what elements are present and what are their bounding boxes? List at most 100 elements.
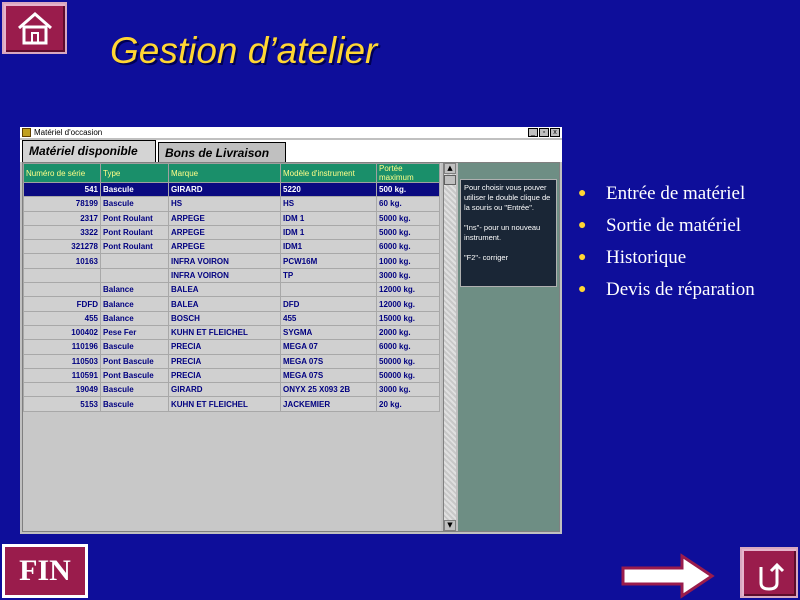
maximize-button[interactable]: ▫	[539, 128, 549, 137]
table-row[interactable]: 321278 Pont Roulant ARPEGE IDM1 6000 kg.	[23, 239, 440, 255]
close-button[interactable]: x	[550, 128, 560, 137]
tab-materiel-disponible[interactable]: Matériel disponible	[22, 140, 156, 163]
table-cell: INFRA VOIRON	[168, 253, 281, 269]
table-cell: ARPEGE	[168, 239, 281, 255]
table-cell: Pont Bascule	[100, 367, 169, 384]
table-cell: KUHN ET FLEICHEL	[168, 324, 281, 341]
column-header[interactable]: Marque	[168, 163, 281, 183]
data-grid[interactable]: Numéro de série Type Marque Modèle d'ins…	[23, 163, 441, 531]
table-cell: 100402	[23, 324, 101, 341]
vertical-scrollbar[interactable]: ▲ ▼	[443, 163, 456, 531]
return-button[interactable]	[740, 547, 798, 598]
table-cell: MEGA 07S	[280, 367, 377, 384]
table-cell: Pese Fer	[100, 324, 169, 341]
menu-item-entree[interactable]: ● Entrée de matériel	[578, 183, 755, 215]
help-text: "F2"- corriger	[464, 253, 509, 262]
table-row[interactable]: 110503 Pont Bascule PRECIA MEGA 07S 50000 kg…	[23, 353, 440, 369]
fin-button[interactable]: FIN	[2, 544, 88, 598]
table-cell: GIRARD	[168, 181, 281, 198]
table-cell: MEGA 07S	[280, 353, 377, 369]
table-cell: 321278	[23, 239, 101, 255]
help-box: Pour choisir vous pouver utiliser le dou…	[460, 179, 557, 287]
column-header[interactable]: Type	[100, 163, 169, 183]
window-titlebar[interactable]: Matériel d'occasion _ ▫ x	[20, 127, 562, 138]
table-row[interactable]: 78199 Bascule HS HS 60 kg.	[23, 196, 440, 212]
table-row[interactable]: 3322 Pont Roulant ARPEGE IDM 1 5000 kg.	[23, 224, 440, 241]
table-cell	[280, 282, 377, 298]
column-header[interactable]: Numéro de série	[23, 163, 101, 183]
table-cell: Pont Roulant	[100, 210, 169, 226]
table-body: 541 Bascule GIRARD 5220 500 kg. 78199 Bascule H…	[23, 181, 440, 412]
scroll-up-button[interactable]: ▲	[444, 163, 456, 174]
scroll-thumb[interactable]	[444, 175, 456, 185]
table-row[interactable]: 100402 Pese Fer KUHN ET FLEICHEL SYGMA 2000 …	[23, 324, 440, 341]
table-cell: Balance	[100, 310, 169, 326]
column-header[interactable]: Portée maximum	[376, 163, 440, 183]
table-row[interactable]: INFRA VOIRON TP 3000 kg.	[23, 267, 440, 284]
table-cell: 6000 kg.	[376, 339, 440, 355]
bullet-icon: ●	[578, 282, 587, 297]
table-cell: BOSCH	[168, 310, 281, 326]
tab-bar: Matériel disponible Bons de Livraison	[20, 140, 562, 163]
window-controls: _ ▫ x	[528, 128, 560, 137]
table-cell: FDFD	[23, 296, 101, 312]
menu-item-label: Sortie de matériel	[606, 215, 742, 236]
table-cell: DFD	[280, 296, 377, 312]
table-cell: 5000 kg.	[376, 224, 440, 241]
table-row[interactable]: 19049 Bascule GIRARD ONYX 25 X093 2B 3000 kg…	[23, 382, 440, 398]
table-cell: 110503	[23, 353, 101, 369]
table-cell: 2000 kg.	[376, 324, 440, 341]
menu-item-label: Entrée de matériel	[606, 183, 746, 204]
table-cell: IDM1	[280, 239, 377, 255]
side-panel: Pour choisir vous pouver utiliser le dou…	[458, 163, 559, 531]
table-cell: 5220	[280, 181, 377, 198]
table-row[interactable]: 10163 INFRA VOIRON PCW16M 1000 kg.	[23, 253, 440, 269]
table-cell: Bascule	[100, 396, 169, 412]
table-cell: Pont Roulant	[100, 239, 169, 255]
table-cell: 78199	[23, 196, 101, 212]
table-row[interactable]: 5153 Bascule KUHN ET FLEICHEL JACKEMIER 20 k…	[23, 396, 440, 412]
table-cell: HS	[168, 196, 281, 212]
home-button[interactable]	[2, 2, 67, 54]
table-cell: 3322	[23, 224, 101, 241]
table-cell: PRECIA	[168, 367, 281, 384]
table-cell: IDM 1	[280, 210, 377, 226]
table-cell: 3000 kg.	[376, 382, 440, 398]
table-cell: PRECIA	[168, 339, 281, 355]
table-cell: ARPEGE	[168, 210, 281, 226]
table-cell: 60 kg.	[376, 196, 440, 212]
table-row[interactable]: 541 Bascule GIRARD 5220 500 kg.	[23, 181, 440, 198]
table-cell: 5153	[23, 396, 101, 412]
table-cell: 10163	[23, 253, 101, 269]
tab-bons-de-livraison[interactable]: Bons de Livraison	[158, 142, 286, 162]
menu-item-historique[interactable]: ● Historique	[578, 247, 755, 279]
page-title: Gestion d’atelier	[110, 30, 378, 71]
table-row[interactable]: 2317 Pont Roulant ARPEGE IDM 1 5000 kg.	[23, 210, 440, 226]
table-cell: INFRA VOIRON	[168, 267, 281, 284]
table-cell: 15000 kg.	[376, 310, 440, 326]
minimize-button[interactable]: _	[528, 128, 538, 137]
table-row[interactable]: 455 Balance BOSCH 455 15000 kg.	[23, 310, 440, 326]
help-text: "Ins"- pour un nouveau instrument.	[464, 223, 541, 242]
table-cell: IDM 1	[280, 224, 377, 241]
tab-panel: Numéro de série Type Marque Modèle d'ins…	[22, 162, 560, 532]
scroll-down-button[interactable]: ▼	[444, 520, 456, 531]
column-header[interactable]: Modèle d'instrument	[280, 163, 377, 183]
table-cell: Bascule	[100, 339, 169, 355]
action-menu: ● Entrée de matériel ● Sortie de matériel …	[578, 183, 755, 311]
table-row[interactable]: Balance BALEA 12000 kg.	[23, 282, 440, 298]
table-cell: Bascule	[100, 382, 169, 398]
menu-item-sortie[interactable]: ● Sortie de matériel	[578, 215, 755, 247]
table-cell: 500 kg.	[376, 181, 440, 198]
window-title: Matériel d'occasion	[34, 128, 103, 137]
app-window: Matériel d'occasion _ ▫ x Matériel dispo…	[20, 127, 562, 534]
table-cell: Balance	[100, 282, 169, 298]
menu-item-devis[interactable]: ● Devis de réparation	[578, 279, 755, 311]
table-cell: ARPEGE	[168, 224, 281, 241]
table-row[interactable]: FDFD Balance BALEA DFD 12000 kg.	[23, 296, 440, 312]
table-row[interactable]: 110196 Bascule PRECIA MEGA 07 6000 kg.	[23, 339, 440, 355]
table-header: Numéro de série Type Marque Modèle d'ins…	[23, 163, 440, 183]
table-cell: 455	[23, 310, 101, 326]
table-row[interactable]: 110591 Pont Bascule PRECIA MEGA 07S 50000 kg…	[23, 367, 440, 384]
right-arrow-icon[interactable]	[620, 552, 715, 600]
